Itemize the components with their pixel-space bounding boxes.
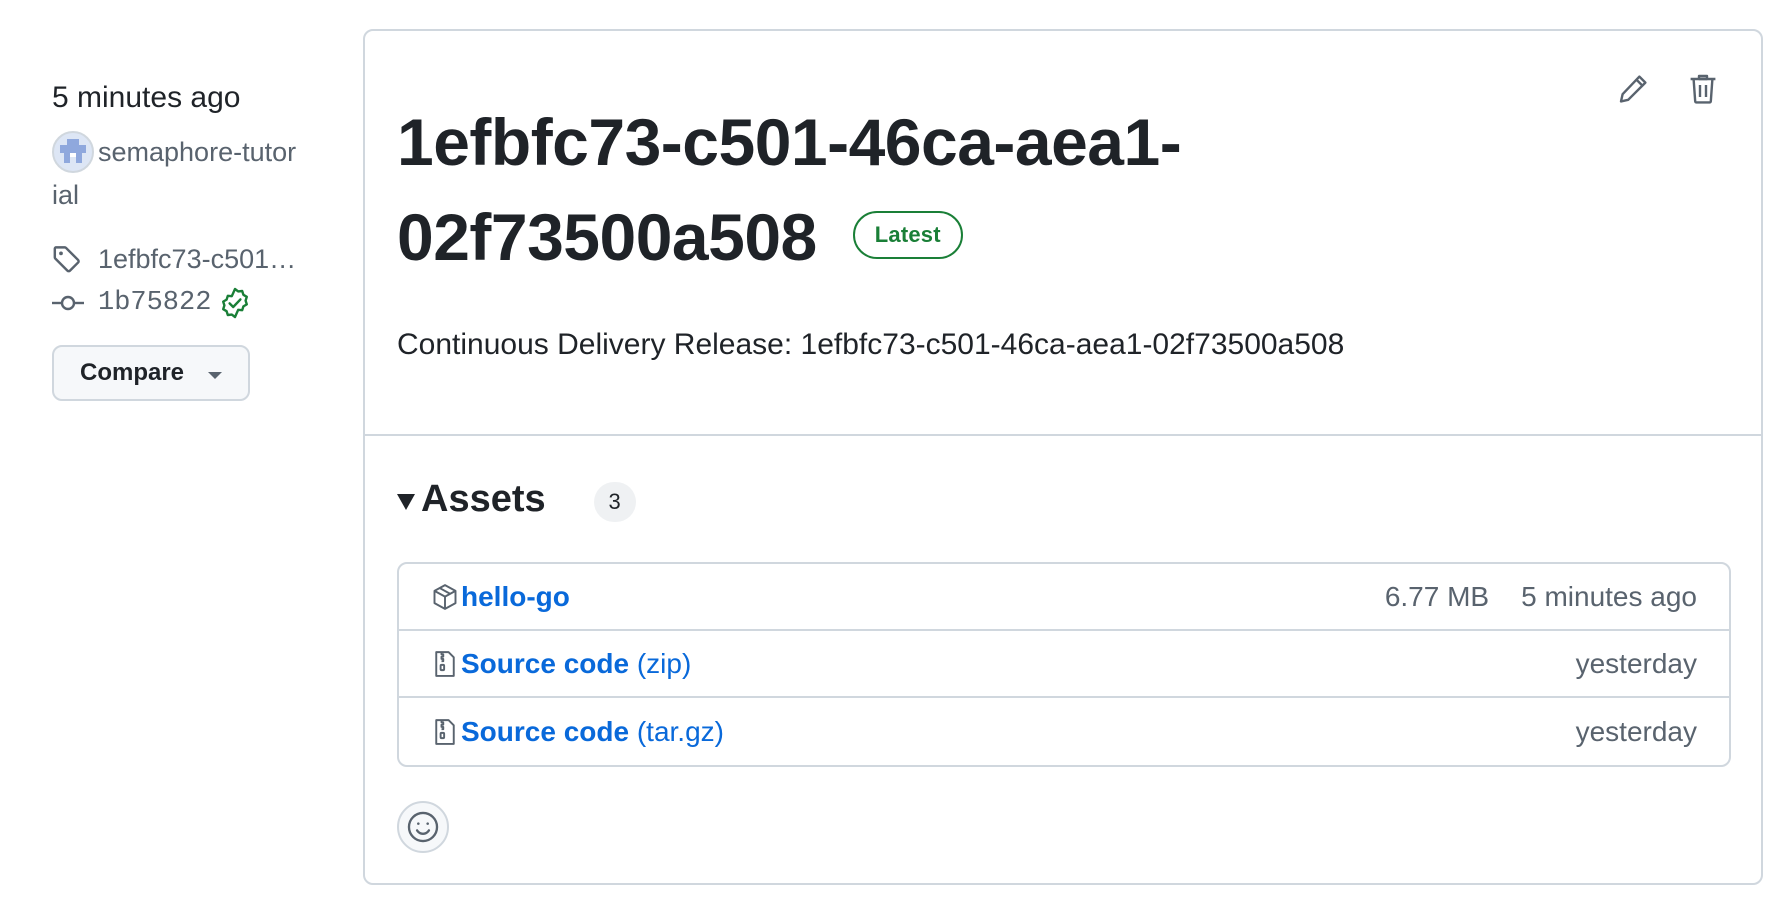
commit-link[interactable]: 1b75822 — [52, 281, 312, 325]
assets-count: 3 — [593, 482, 636, 522]
release-title[interactable]: 1efbfc73-c501-46ca-aea1-02f73500a508 Late… — [397, 95, 1407, 285]
asset-date: yesterday — [1575, 715, 1697, 747]
commit-sha[interactable]: 1b75822 — [98, 288, 211, 318]
asset-link[interactable]: hello-go — [461, 581, 570, 613]
asset-row: Source code (zip) yesterday — [399, 631, 1729, 698]
avatar[interactable] — [52, 131, 94, 173]
release-actions — [1615, 71, 1721, 107]
asset-row: hello-go 6.77 MB 5 minutes ago — [399, 564, 1729, 631]
tag-link[interactable]: 1efbfc73-c501-46ca-aea1-02f73500a508 — [52, 237, 312, 281]
tag-name[interactable]: 1efbfc73-c501-46ca-aea1-02f73500a508 — [98, 244, 298, 275]
trash-icon — [1690, 74, 1716, 104]
release-title-text[interactable]: 1efbfc73-c501-46ca-aea1-02f73500a508 — [397, 105, 1182, 274]
release-sidebar: 5 minutes ago semaphore-tutorial 1efbfc7… — [52, 78, 312, 402]
file-zip-icon — [431, 647, 461, 681]
chevron-down-icon — [208, 372, 222, 380]
latest-badge: Latest — [852, 211, 963, 259]
asset-name[interactable]: hello-go — [461, 581, 570, 612]
triangle-down-icon — [397, 494, 415, 510]
release-card: 1efbfc73-c501-46ca-aea1-02f73500a508 Late… — [363, 29, 1763, 885]
package-icon — [431, 580, 461, 614]
file-zip-icon — [431, 715, 461, 749]
delete-button[interactable] — [1685, 71, 1721, 107]
asset-date: yesterday — [1575, 647, 1697, 679]
smiley-icon — [407, 811, 439, 843]
edit-button[interactable] — [1615, 71, 1651, 107]
release-header: 1efbfc73-c501-46ca-aea1-02f73500a508 Late… — [365, 31, 1761, 436]
assets-list: hello-go 6.77 MB 5 minutes ago Source co… — [397, 562, 1731, 767]
pencil-icon — [1619, 75, 1647, 103]
asset-link[interactable]: Source code (zip) — [461, 648, 691, 680]
release-time: 5 minutes ago — [52, 81, 241, 114]
compare-label: Compare — [80, 359, 185, 387]
add-reaction-button[interactable] — [397, 801, 449, 853]
asset-format[interactable]: (zip) — [637, 648, 691, 679]
asset-name[interactable]: Source code — [461, 716, 629, 747]
assets-label[interactable]: Assets — [421, 478, 546, 521]
asset-format[interactable]: (tar.gz) — [637, 716, 724, 747]
asset-date: 5 minutes ago — [1521, 580, 1697, 612]
compare-button[interactable]: Compare — [52, 345, 250, 402]
author-link[interactable]: semaphore-tutorial — [52, 131, 302, 217]
asset-link[interactable]: Source code (tar.gz) — [461, 716, 724, 748]
asset-row: Source code (tar.gz) yesterday — [399, 698, 1729, 765]
verified-check-icon[interactable] — [219, 287, 251, 319]
asset-size: 6.77 MB — [1384, 580, 1490, 612]
tag-icon — [52, 242, 92, 276]
git-commit-icon — [52, 286, 92, 320]
release-description: Continuous Delivery Release: 1efbfc73-c5… — [397, 328, 1345, 361]
asset-name[interactable]: Source code — [461, 648, 629, 679]
assets-toggle[interactable]: Assets 3 — [397, 476, 636, 522]
